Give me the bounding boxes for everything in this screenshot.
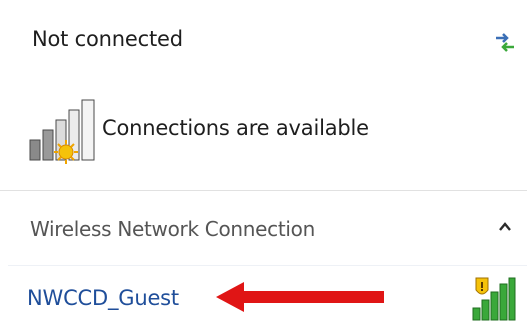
connections-available-row: Connections are available <box>24 96 424 166</box>
network-name: NWCCD_Guest <box>27 286 179 310</box>
wifi-signal-icon <box>472 277 516 321</box>
wireless-section-title: Wireless Network Connection <box>30 217 315 241</box>
refresh-button[interactable] <box>490 28 520 58</box>
section-divider <box>0 190 527 191</box>
network-flyout-panel: Not connected Connections are available … <box>0 0 527 336</box>
connection-status-title: Not connected <box>32 27 183 51</box>
network-list-item[interactable]: NWCCD_Guest <box>8 265 527 336</box>
connections-available-text: Connections are available <box>102 116 369 140</box>
refresh-icon <box>496 33 514 52</box>
red-arrow-annotation <box>216 282 384 312</box>
shield-warning-icon <box>475 277 489 295</box>
wireless-section-header[interactable]: Wireless Network Connection <box>0 200 527 260</box>
network-available-icon <box>29 99 95 164</box>
chevron-up-icon[interactable] <box>498 221 512 233</box>
